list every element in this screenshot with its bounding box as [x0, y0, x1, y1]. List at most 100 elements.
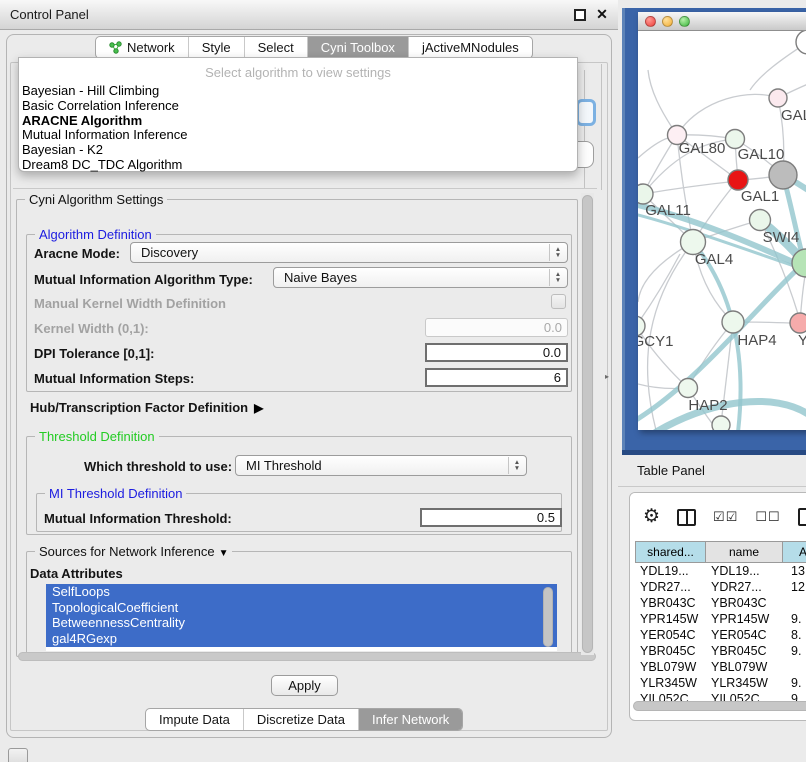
node-hap4-label: HAP4 — [737, 332, 776, 349]
network-edge[interactable] — [643, 181, 738, 194]
table-row[interactable]: YBL079WYBL079W — [635, 659, 806, 675]
restore-icon[interactable] — [574, 9, 586, 21]
splitter-handle[interactable]: ▸ — [605, 371, 615, 383]
node-swi4[interactable] — [750, 210, 771, 231]
minimize-traffic-light-icon[interactable] — [662, 16, 673, 27]
column-header-a[interactable]: A... — [783, 541, 806, 563]
algorithm-option[interactable]: Basic Correlation Inference — [19, 99, 577, 114]
corner-mini-button[interactable] — [8, 748, 28, 762]
divider — [13, 188, 597, 189]
table-row[interactable]: YDR27...YDR27...12 — [635, 579, 806, 595]
table-cell: 9. — [783, 611, 806, 627]
network-edge-highlighted[interactable] — [656, 401, 806, 430]
kernel-width-field[interactable]: 0.0 — [425, 318, 568, 337]
table-cell: 8. — [783, 627, 806, 643]
algorithm-option[interactable]: Bayesian - K2 — [19, 143, 577, 158]
attribute-item[interactable]: gal4RGexp — [46, 631, 557, 647]
table-cell: YLR345W — [635, 675, 706, 691]
attributes-vertical-scrollbar[interactable] — [543, 587, 553, 647]
mi-type-value: Naive Bayes — [284, 270, 357, 285]
attribute-item[interactable]: SelfLoops — [46, 584, 557, 600]
network-edge[interactable] — [638, 138, 668, 158]
table-row[interactable]: YBR045CYBR045C9. — [635, 643, 806, 659]
gear-icon[interactable]: ⚙ — [643, 507, 660, 527]
node-bottom-partial[interactable] — [712, 416, 730, 430]
settings-vertical-scrollbar[interactable] — [582, 195, 593, 653]
screen: Control Panel ✕ NetworkStyleSelectCyni T… — [0, 0, 806, 762]
table-cell: 13 — [783, 563, 806, 579]
tab-label: Cyni Toolbox — [321, 40, 395, 55]
settings-horizontal-scrollbar[interactable] — [18, 652, 596, 661]
table-row[interactable]: YER054CYER054C8. — [635, 627, 806, 643]
node-gal-cut-label: GAL — [781, 107, 806, 124]
tab-discretize-data[interactable]: Discretize Data — [244, 709, 359, 730]
node-hap2[interactable] — [679, 379, 698, 398]
stepper-arrows-icon[interactable]: ▲▼ — [508, 457, 525, 474]
checked-boxes-icon[interactable]: ☑☑ — [713, 509, 738, 525]
apply-button[interactable]: Apply — [271, 675, 338, 696]
table-row[interactable]: YLR345WYLR345W9. — [635, 675, 806, 691]
node-salmon[interactable] — [790, 313, 806, 333]
attribute-item[interactable]: BetweennessCentrality — [46, 615, 557, 631]
tab-label: Select — [258, 40, 294, 55]
attribute-item[interactable]: TopologicalCoefficient — [46, 600, 557, 616]
node-gal11[interactable] — [638, 184, 653, 204]
table-cell — [783, 659, 806, 675]
network-edge[interactable] — [638, 254, 680, 326]
unchecked-boxes-icon[interactable]: ☐☐ — [755, 509, 780, 525]
table-cell: YBR045C — [635, 643, 706, 659]
page-icon[interactable] — [798, 508, 806, 526]
mi-threshold-field[interactable]: 0.5 — [420, 508, 562, 527]
table-horizontal-scrollbar[interactable] — [633, 701, 806, 711]
data-attributes-label: Data Attributes — [30, 566, 123, 581]
mi-steps-field[interactable]: 6 — [425, 368, 568, 387]
node-gal1[interactable] — [728, 170, 748, 190]
which-threshold-select[interactable]: MI Threshold ▲▼ — [235, 455, 527, 476]
table-row[interactable]: YBR043CYBR043C — [635, 595, 806, 611]
node-gal-cut[interactable] — [769, 89, 787, 107]
algorithm-option[interactable]: Mutual Information Inference — [19, 128, 577, 143]
algorithm-option[interactable]: Dream8 DC_TDC Algorithm — [19, 158, 577, 173]
table-cell: 12 — [783, 579, 806, 595]
tab-network[interactable]: Network — [96, 37, 189, 58]
aracne-mode-select[interactable]: Discovery ▲▼ — [130, 242, 568, 263]
group-title: MI Threshold Definition — [45, 486, 186, 501]
network-window-titlebar[interactable] — [638, 12, 806, 31]
stepper-arrows-icon[interactable]: ▲▼ — [549, 244, 566, 261]
network-edge[interactable] — [677, 94, 778, 135]
algorithm-option[interactable]: ARACNE Algorithm — [19, 114, 577, 129]
network-icon — [109, 41, 122, 54]
algorithm-dropdown-popup: Select algorithm to view settings Bayesi… — [18, 57, 578, 172]
tab-label: Network — [127, 40, 175, 55]
column-header-shared[interactable]: shared... — [635, 541, 706, 563]
tab-jactivemnodules[interactable]: jActiveMNodules — [409, 37, 532, 58]
node-gray[interactable] — [769, 161, 797, 189]
tab-select[interactable]: Select — [245, 37, 308, 58]
dpi-tolerance-field[interactable]: 0.0 — [425, 343, 568, 362]
node-gal11-label: GAL11 — [645, 202, 691, 219]
mi-type-select[interactable]: Naive Bayes ▲▼ — [273, 267, 568, 288]
tab-cyni-toolbox[interactable]: Cyni Toolbox — [308, 37, 409, 58]
table-cell: YLR345W — [706, 675, 783, 691]
column-header-name[interactable]: name — [706, 541, 783, 563]
network-edge[interactable] — [648, 70, 677, 135]
table-row[interactable]: YDL19...YDL19...13 — [635, 563, 806, 579]
node-hap4[interactable] — [722, 311, 744, 333]
stepper-arrows-icon[interactable]: ▲▼ — [549, 269, 566, 286]
sources-collapse-toggle[interactable]: Sources for Network Inference▼ — [35, 544, 232, 559]
table-row[interactable]: YPR145WYPR145W9. — [635, 611, 806, 627]
tab-infer-network[interactable]: Infer Network — [359, 709, 462, 730]
split-columns-icon[interactable] — [677, 509, 696, 526]
node-top-partial[interactable] — [796, 31, 806, 54]
close-traffic-light-icon[interactable] — [645, 16, 656, 27]
tab-impute-data[interactable]: Impute Data — [146, 709, 244, 730]
close-icon[interactable]: ✕ — [594, 6, 610, 24]
zoom-traffic-light-icon[interactable] — [679, 16, 690, 27]
network-canvas[interactable]: GALGAL80GAL10GAL1GAL11SWI4GAL4GCY1HAP4YH… — [638, 31, 806, 430]
bottom-task-tabs: Impute DataDiscretize DataInfer Network — [145, 708, 463, 731]
tab-style[interactable]: Style — [189, 37, 245, 58]
manual-kernel-checkbox[interactable] — [551, 294, 566, 309]
algorithm-option[interactable]: Bayesian - Hill Climbing — [19, 84, 577, 99]
algorithm-dropdown-placeholder: Select algorithm to view settings — [19, 65, 577, 84]
hub-definition-expander[interactable]: Hub/Transcription Factor Definition▶ — [30, 400, 263, 415]
